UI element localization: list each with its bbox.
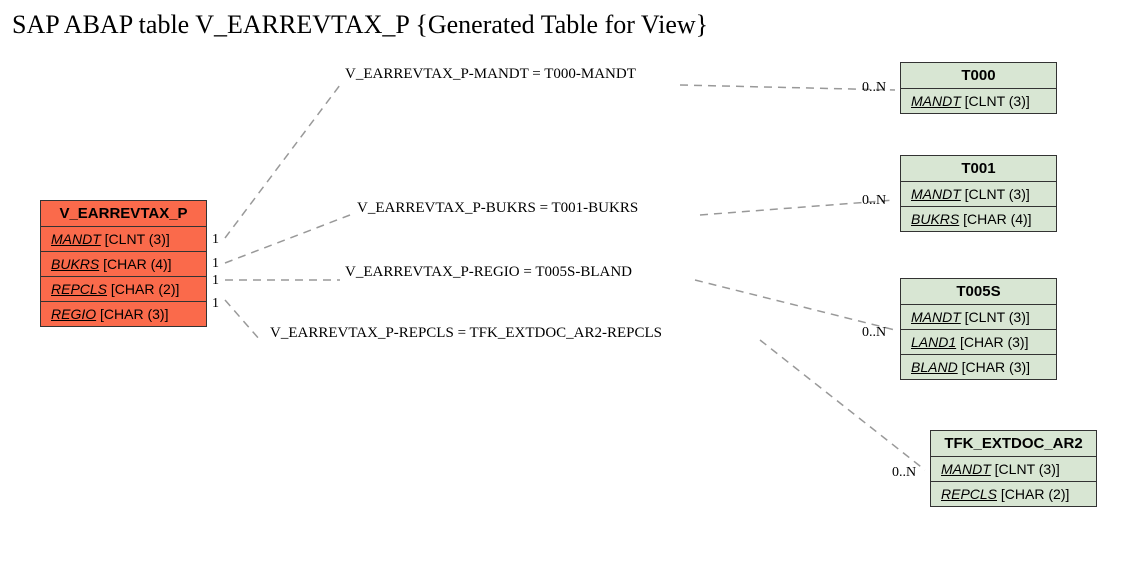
table-row: MANDT [CLNT (3)] <box>901 89 1056 113</box>
cardinality-left: 1 <box>212 256 219 272</box>
cardinality-right: 0..N <box>892 465 916 481</box>
table-t005s: T005S MANDT [CLNT (3)] LAND1 [CHAR (3)] … <box>900 278 1057 380</box>
cardinality-right: 0..N <box>862 193 886 209</box>
page-title: SAP ABAP table V_EARREVTAX_P {Generated … <box>12 10 708 40</box>
cardinality-left: 1 <box>212 232 219 248</box>
cardinality-right: 0..N <box>862 80 886 96</box>
relation-label: V_EARREVTAX_P-REGIO = T005S-BLAND <box>345 264 632 281</box>
table-header: T005S <box>901 279 1056 305</box>
table-row: REGIO [CHAR (3)] <box>41 302 206 326</box>
table-header: T001 <box>901 156 1056 182</box>
table-row: MANDT [CLNT (3)] <box>901 305 1056 330</box>
table-header: TFK_EXTDOC_AR2 <box>931 431 1096 457</box>
table-tfk: TFK_EXTDOC_AR2 MANDT [CLNT (3)] REPCLS [… <box>930 430 1097 507</box>
table-row: MANDT [CLNT (3)] <box>41 227 206 252</box>
table-row: REPCLS [CHAR (2)] <box>41 277 206 302</box>
table-t000: T000 MANDT [CLNT (3)] <box>900 62 1057 114</box>
table-row: BUKRS [CHAR (4)] <box>901 207 1056 231</box>
table-source-header: V_EARREVTAX_P <box>41 201 206 227</box>
table-row: MANDT [CLNT (3)] <box>931 457 1096 482</box>
cardinality-left: 1 <box>212 296 219 312</box>
relation-label: V_EARREVTAX_P-MANDT = T000-MANDT <box>345 66 636 83</box>
relation-label: V_EARREVTAX_P-BUKRS = T001-BUKRS <box>357 200 638 217</box>
table-row: REPCLS [CHAR (2)] <box>931 482 1096 506</box>
table-row: LAND1 [CHAR (3)] <box>901 330 1056 355</box>
cardinality-right: 0..N <box>862 325 886 341</box>
cardinality-left: 1 <box>212 273 219 289</box>
table-t001: T001 MANDT [CLNT (3)] BUKRS [CHAR (4)] <box>900 155 1057 232</box>
table-source: V_EARREVTAX_P MANDT [CLNT (3)] BUKRS [CH… <box>40 200 207 327</box>
table-header: T000 <box>901 63 1056 89</box>
table-row: BLAND [CHAR (3)] <box>901 355 1056 379</box>
table-row: BUKRS [CHAR (4)] <box>41 252 206 277</box>
table-row: MANDT [CLNT (3)] <box>901 182 1056 207</box>
relation-label: V_EARREVTAX_P-REPCLS = TFK_EXTDOC_AR2-RE… <box>270 325 662 342</box>
